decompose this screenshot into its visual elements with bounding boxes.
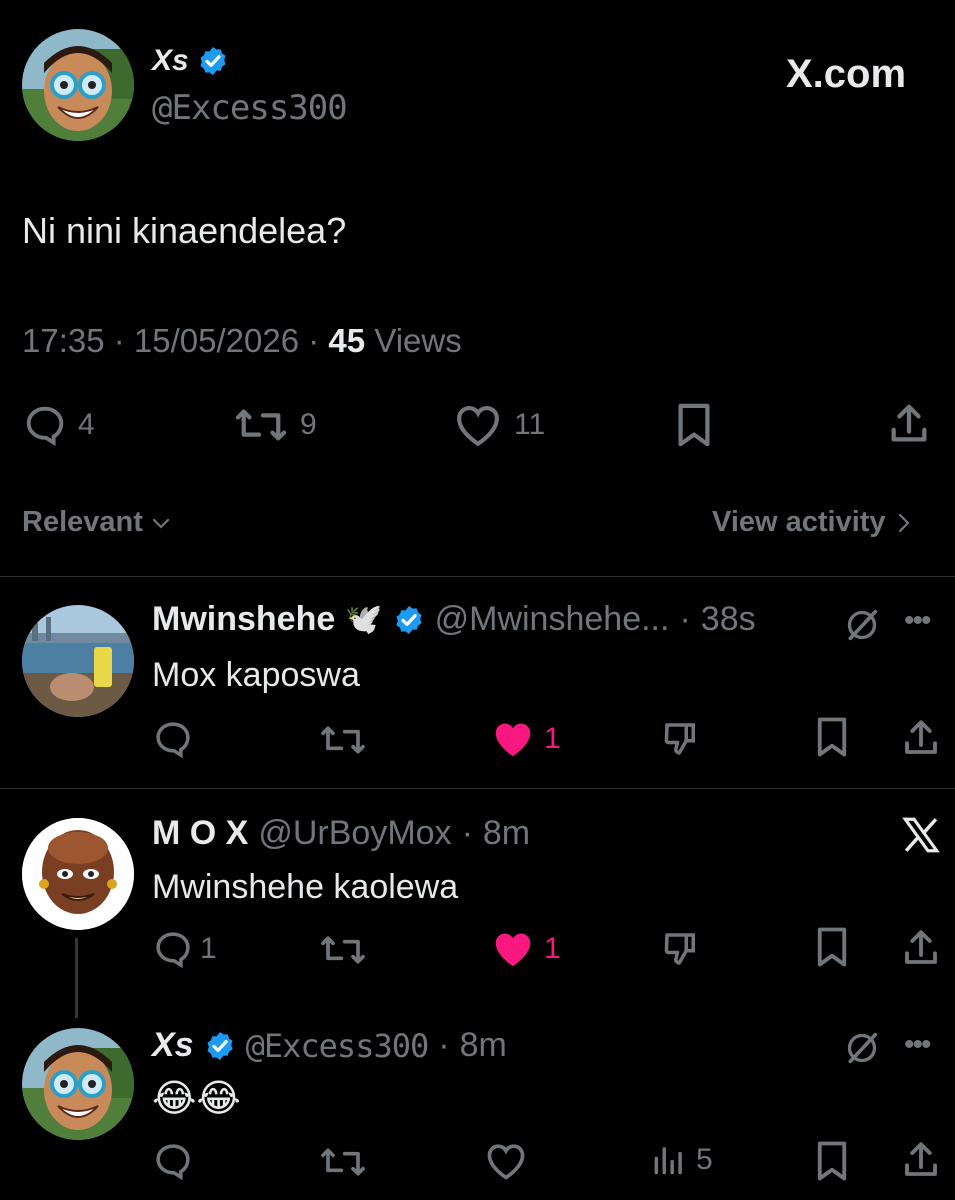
reply-author-name[interactable]: Xs	[152, 1026, 194, 1065]
reply-icon	[156, 722, 190, 759]
share-button[interactable]	[900, 716, 942, 760]
reply-author-name[interactable]: M O X	[152, 814, 248, 853]
reply-time[interactable]: 38s	[701, 600, 756, 639]
heart-filled-icon	[495, 933, 531, 967]
chevron-right-icon	[898, 513, 910, 532]
bookmark-icon	[678, 403, 710, 447]
chevron-down-icon	[152, 518, 169, 529]
reply-author-handle[interactable]: @UrBoyMox	[258, 814, 451, 853]
bookmark-button[interactable]	[812, 926, 852, 968]
reply-avatar[interactable]	[22, 818, 134, 930]
divider	[0, 788, 955, 789]
heart-icon	[487, 1144, 525, 1180]
reply-icon	[156, 1144, 190, 1181]
share-button[interactable]	[900, 1138, 942, 1182]
tweet-meta: 17:35 · 15/05/2026 · 45 Views	[22, 322, 462, 359]
share-icon	[891, 404, 927, 442]
thumbs-down-icon	[664, 723, 695, 755]
sort-dropdown[interactable]: Relevant	[22, 506, 173, 539]
reply-icon	[26, 406, 64, 447]
reply-time[interactable]: 8m	[483, 814, 530, 853]
repost-button[interactable]	[318, 720, 368, 760]
reply-button[interactable]: 1	[152, 928, 217, 970]
reply-avatar[interactable]	[22, 1028, 134, 1140]
reply-button[interactable]	[152, 718, 194, 760]
reply-count: 4	[78, 408, 95, 441]
views-label: Views	[374, 322, 462, 359]
bookmark-icon	[817, 927, 847, 967]
like-button[interactable]: 11	[452, 402, 545, 448]
author-handle[interactable]: @Excess300	[152, 88, 348, 128]
like-button[interactable]	[484, 1140, 528, 1182]
share-icon	[905, 930, 937, 964]
sort-label: Relevant	[22, 506, 143, 538]
tweet-time[interactable]: 17:35	[22, 322, 105, 359]
reply-author-handle[interactable]: @Mwinshehe...	[435, 600, 670, 639]
tweet-date[interactable]: 15/05/2026	[134, 322, 299, 359]
reply-time[interactable]: 8m	[460, 1026, 507, 1065]
analytics-icon	[654, 1147, 682, 1175]
verified-badge-icon	[197, 45, 229, 77]
thread-line	[75, 938, 78, 1018]
heart-filled-icon	[495, 723, 531, 757]
grok-icon[interactable]	[842, 1028, 882, 1068]
like-count: 11	[514, 408, 546, 441]
like-count: 1	[544, 722, 561, 755]
divider	[0, 576, 955, 577]
views-button[interactable]: 5	[650, 1140, 713, 1180]
heart-icon	[457, 406, 499, 447]
repost-icon	[321, 1148, 365, 1176]
downvote-button[interactable]	[660, 718, 702, 760]
more-options-icon[interactable]: •••	[904, 604, 931, 638]
author-avatar[interactable]	[22, 29, 134, 141]
bookmark-icon	[817, 1141, 847, 1181]
share-icon	[905, 720, 937, 754]
repost-button[interactable]	[318, 930, 368, 970]
x-logo-text: X.com	[786, 52, 907, 96]
reply-button[interactable]: 4	[22, 402, 95, 448]
like-button[interactable]: 1	[490, 718, 561, 760]
reply-avatar[interactable]	[22, 605, 134, 717]
repost-icon	[321, 936, 365, 964]
reply-text: 😂😂	[152, 1078, 241, 1120]
tweet-text: Ni nini kinaendelea?	[22, 210, 347, 251]
reply-author-handle[interactable]: @Excess300	[246, 1027, 430, 1065]
author-name[interactable]: Xs	[152, 44, 189, 78]
share-icon	[905, 1142, 937, 1176]
dove-emoji: 🕊️	[345, 603, 383, 636]
bookmark-icon	[817, 717, 847, 757]
reply-button[interactable]	[152, 1140, 194, 1182]
views-count: 5	[696, 1143, 713, 1176]
verified-badge-icon	[204, 1030, 236, 1062]
view-activity-link[interactable]: View activity	[712, 506, 914, 539]
repost-button[interactable]: 9	[232, 402, 317, 448]
reply-icon	[156, 932, 190, 969]
view-activity-label: View activity	[712, 506, 886, 538]
reply-text: Mwinshehe kaolewa	[152, 868, 459, 906]
verified-badge-icon	[393, 604, 425, 636]
reply-text: Mox kaposwa	[152, 656, 360, 694]
more-options-icon[interactable]: •••	[904, 1028, 931, 1062]
brand-logo: X.com	[786, 52, 906, 97]
bookmark-button[interactable]	[672, 402, 716, 448]
grok-icon[interactable]	[842, 605, 882, 645]
reply-author-name[interactable]: Mwinshehe	[152, 600, 335, 639]
share-button[interactable]	[886, 400, 932, 448]
like-count: 1	[544, 932, 561, 965]
bookmark-button[interactable]	[812, 1140, 852, 1182]
repost-icon	[321, 726, 365, 754]
repost-button[interactable]	[318, 1142, 368, 1182]
share-button[interactable]	[900, 926, 942, 970]
thumbs-down-icon	[664, 933, 695, 965]
views-count: 45	[328, 322, 366, 359]
repost-count: 9	[300, 408, 317, 441]
x-logo-icon	[900, 814, 942, 856]
downvote-button[interactable]	[660, 928, 702, 970]
reply-count: 1	[200, 932, 217, 965]
repost-icon	[235, 409, 287, 441]
like-button[interactable]: 1	[490, 928, 561, 970]
bookmark-button[interactable]	[812, 716, 852, 758]
